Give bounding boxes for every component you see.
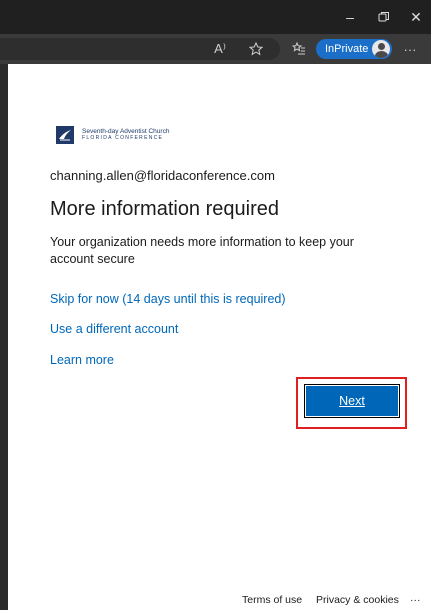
org-subname: FLORIDA CONFERENCE xyxy=(82,135,164,142)
address-bar[interactable] xyxy=(0,38,280,60)
close-button[interactable]: ✕ xyxy=(398,0,431,34)
favorite-star-icon[interactable] xyxy=(246,40,266,58)
read-aloud-icon[interactable]: A⁾ xyxy=(210,40,230,58)
page-title: More information required xyxy=(50,198,279,220)
favorites-list-icon[interactable] xyxy=(289,40,309,58)
settings-more-icon[interactable]: ··· xyxy=(400,40,420,58)
inprivate-label: InPrivate xyxy=(325,43,369,55)
skip-for-now-link[interactable]: Skip for now (14 days until this is requ… xyxy=(50,292,286,306)
organization-logo: Seventh-day Adventist Church FLORIDA CON… xyxy=(56,126,169,144)
minimize-button[interactable]: – xyxy=(332,0,368,34)
terms-of-use-link[interactable]: Terms of use xyxy=(242,594,302,606)
church-logo-icon xyxy=(56,126,74,144)
inprivate-badge[interactable]: InPrivate xyxy=(316,39,392,59)
browser-titlebar: – ✕ xyxy=(0,0,431,34)
account-email: channing.allen@floridaconference.com xyxy=(50,168,275,183)
left-window-strip xyxy=(0,64,8,610)
restore-icon xyxy=(378,12,389,22)
next-button[interactable]: Next xyxy=(306,386,398,416)
page-content xyxy=(8,64,431,610)
restore-button[interactable] xyxy=(366,0,402,34)
privacy-cookies-link[interactable]: Privacy & cookies xyxy=(316,594,399,606)
use-different-account-link[interactable]: Use a different account xyxy=(50,322,178,336)
footer-more-button[interactable]: ··· xyxy=(410,594,421,606)
profile-avatar-icon xyxy=(372,40,390,58)
page-description: Your organization needs more information… xyxy=(50,235,354,266)
learn-more-link[interactable]: Learn more xyxy=(50,353,114,367)
